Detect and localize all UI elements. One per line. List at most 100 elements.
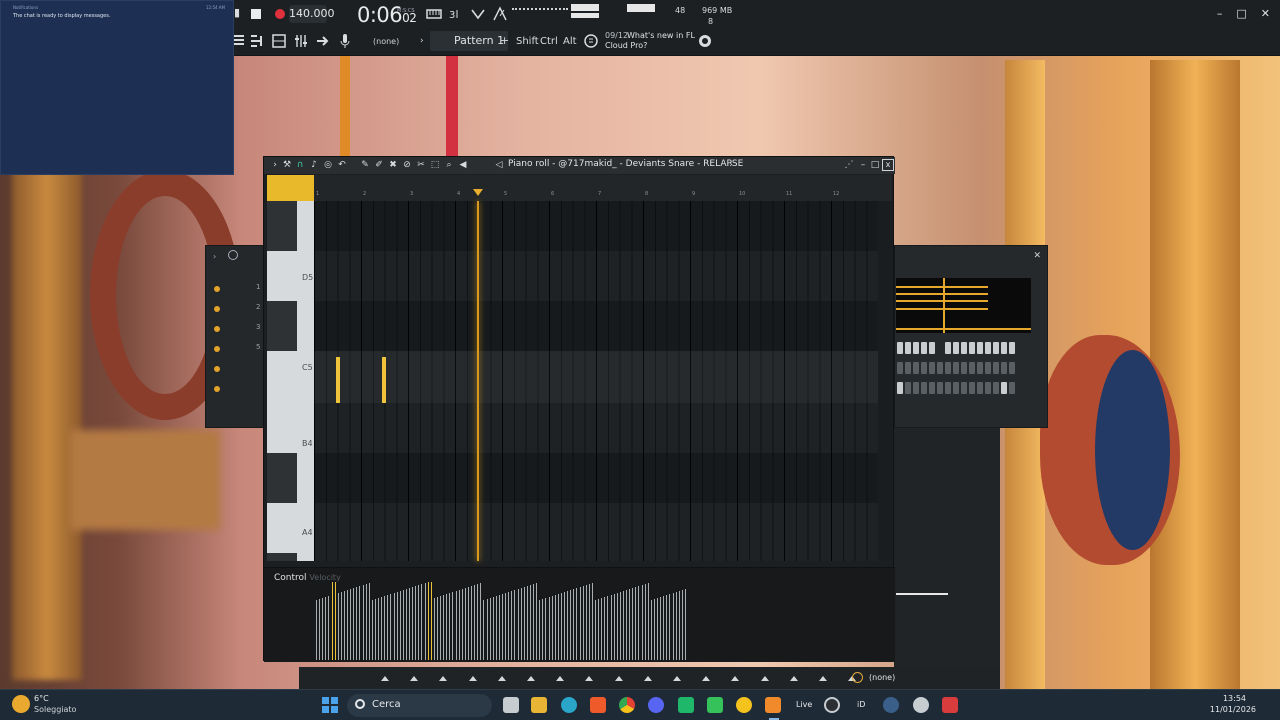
velocity-bar[interactable] — [456, 591, 457, 660]
velocity-bar[interactable] — [561, 593, 562, 660]
track-arrow-icon[interactable] — [585, 676, 594, 681]
velocity-bar[interactable] — [440, 596, 441, 660]
file-explorer-icon[interactable] — [531, 697, 547, 713]
velocity-bar[interactable] — [570, 590, 571, 660]
velocity-bar[interactable] — [545, 598, 546, 660]
velocity-bar[interactable] — [629, 589, 630, 660]
metronome-icon[interactable] — [492, 6, 508, 22]
velocity-bar[interactable] — [536, 583, 537, 660]
speaker-icon[interactable]: ◁ — [494, 160, 504, 170]
velocity-bar[interactable] — [437, 597, 438, 660]
typing-keyboard-icon[interactable] — [426, 6, 442, 22]
velocity-bar[interactable] — [366, 584, 367, 660]
minimize-button[interactable]: – — [1217, 7, 1223, 20]
velocity-bar[interactable] — [319, 599, 320, 660]
note-grid[interactable] — [314, 201, 892, 561]
paint-icon[interactable]: ✐ — [374, 160, 384, 170]
velocity-bar[interactable] — [635, 587, 636, 660]
velocity-bar[interactable] — [431, 582, 432, 660]
microphone-icon[interactable] — [337, 33, 353, 49]
velocity-bar[interactable] — [521, 588, 522, 660]
channel-row[interactable]: 5 — [214, 343, 266, 355]
velocity-bar[interactable] — [459, 590, 460, 660]
velocity-bar[interactable] — [325, 597, 326, 660]
id-app[interactable]: iD — [857, 700, 865, 709]
velocity-bar[interactable] — [341, 592, 342, 660]
channel-led-icon[interactable] — [214, 306, 220, 312]
black-key[interactable] — [267, 553, 297, 561]
velocity-bar[interactable] — [353, 588, 354, 660]
velocity-bar[interactable] — [505, 593, 506, 660]
magnet-icon[interactable]: ∩ — [295, 160, 305, 170]
mixer-fader[interactable] — [896, 593, 948, 595]
channel-led-icon[interactable] — [214, 366, 220, 372]
record-icon[interactable]: ◎ — [323, 160, 333, 170]
mixer-icon[interactable] — [293, 33, 309, 49]
channel-row[interactable]: 2 — [214, 303, 266, 315]
velocity-bar[interactable] — [604, 597, 605, 660]
channel-row[interactable]: 3 — [214, 323, 266, 335]
weather-temperature[interactable]: 6°C — [34, 694, 49, 703]
velocity-bar[interactable] — [651, 600, 652, 660]
pattern-arrow-icon[interactable]: › — [420, 34, 424, 48]
velocity-bar[interactable] — [518, 589, 519, 660]
rack-arrow-icon[interactable]: › — [213, 252, 216, 261]
minimize-icon[interactable]: – — [858, 160, 868, 170]
velocity-bar[interactable] — [356, 587, 357, 660]
velocity-bar[interactable] — [617, 593, 618, 660]
velocity-bar[interactable] — [406, 589, 407, 660]
slice-tool-icon[interactable]: ✂ — [416, 160, 426, 170]
channel-rack-icon[interactable] — [271, 33, 287, 49]
app-green2-icon[interactable] — [707, 697, 723, 713]
velocity-bar[interactable] — [598, 599, 599, 660]
velocity-bar[interactable] — [409, 588, 410, 660]
velocity-bar[interactable] — [434, 598, 435, 660]
app-gray-icon[interactable] — [913, 697, 929, 713]
select-tool-icon[interactable]: ⬚ — [430, 160, 440, 170]
velocity-bar[interactable] — [462, 589, 463, 660]
velocity-bar[interactable] — [490, 598, 491, 660]
velocity-bar[interactable] — [589, 584, 590, 660]
black-key[interactable] — [267, 453, 297, 503]
velocity-bar[interactable] — [387, 595, 388, 660]
detach-icon[interactable]: ⋰ — [844, 160, 854, 170]
track-arrow-icon[interactable] — [439, 676, 448, 681]
velocity-bar[interactable] — [601, 598, 602, 660]
plugin-pad-row[interactable] — [897, 382, 1031, 394]
velocity-bar[interactable] — [508, 592, 509, 660]
velocity-bar[interactable] — [480, 583, 481, 660]
velocity-bar[interactable] — [620, 592, 621, 660]
velocity-bar[interactable] — [614, 594, 615, 660]
maximize-icon[interactable]: □ — [870, 160, 880, 170]
track-arrow-icon[interactable] — [702, 676, 711, 681]
velocity-bar[interactable] — [514, 590, 515, 660]
stop-button[interactable] — [251, 9, 261, 19]
velocity-bar[interactable] — [623, 591, 624, 660]
shift-modifier-button[interactable]: Shift — [516, 35, 539, 49]
norton-icon[interactable] — [736, 697, 752, 713]
plugin-pad-row[interactable] — [897, 342, 1031, 354]
black-key[interactable] — [267, 201, 297, 251]
weather-condition[interactable]: Soleggiato — [34, 705, 76, 714]
velocity-bar[interactable] — [381, 597, 382, 660]
pencil-icon[interactable]: ✎ — [360, 160, 370, 170]
velocity-bar[interactable] — [663, 596, 664, 660]
track-arrow-icon[interactable] — [468, 676, 477, 681]
velocity-bar[interactable] — [549, 597, 550, 660]
control-param[interactable]: Velocity — [309, 573, 340, 582]
velocity-bar[interactable] — [468, 587, 469, 660]
clock-date[interactable]: 11/01/2026 — [1210, 705, 1256, 714]
velocity-bar[interactable] — [524, 587, 525, 660]
velocity-bar[interactable] — [567, 591, 568, 660]
recording-target[interactable]: (none) — [373, 35, 399, 49]
velocity-bar[interactable] — [369, 583, 370, 660]
vertical-scrollbar[interactable] — [878, 201, 892, 561]
alt-modifier-button[interactable]: Alt — [563, 35, 577, 49]
track-arrow-icon[interactable] — [789, 676, 798, 681]
record-button[interactable] — [275, 9, 285, 19]
velocity-bar[interactable] — [586, 585, 587, 660]
velocity-bar[interactable] — [648, 583, 649, 660]
note[interactable] — [384, 357, 386, 403]
title-arrow-icon[interactable]: › — [726, 160, 736, 170]
velocity-bar[interactable] — [394, 593, 395, 660]
